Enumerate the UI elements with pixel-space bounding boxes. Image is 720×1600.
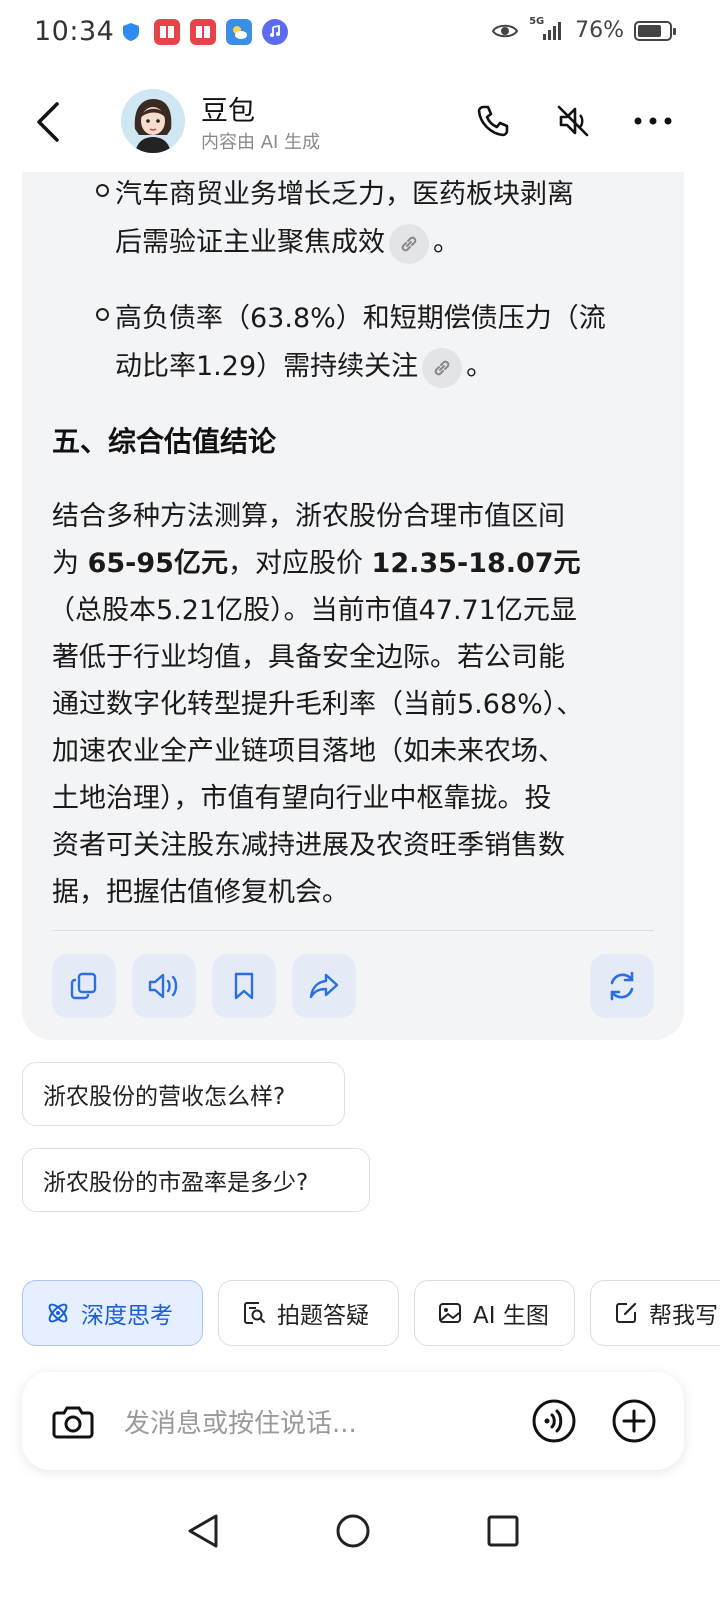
bookmark-button[interactable] (212, 954, 276, 1018)
book-app-icon (154, 19, 180, 45)
bullet-text: 汽车商贸业务增长乏力，医药板块剥离 (115, 179, 574, 210)
tool-photo-question[interactable]: 拍题答疑 (218, 1280, 399, 1346)
suggestion-chip[interactable]: 浙农股份的市盈率是多少? (22, 1148, 370, 1212)
status-time: 10:34 (34, 16, 115, 47)
bullet-marker (92, 180, 112, 200)
nav-back-button[interactable] (178, 1506, 228, 1556)
camera-button[interactable] (48, 1396, 98, 1446)
share-button[interactable] (292, 954, 356, 1018)
network-label: 5G (529, 15, 545, 27)
voice-call-button[interactable] (529, 1396, 579, 1446)
battery-percent: 76% (575, 18, 624, 43)
tool-deep-think[interactable]: 深度思考 (22, 1280, 203, 1346)
circle-home-icon (336, 1514, 370, 1548)
bullet-text-line: 动比率1.29）需持续关注 。 (115, 344, 493, 388)
paragraph-line: 加速农业全产业链项目落地（如未来农场、 (52, 736, 565, 767)
more-button[interactable] (630, 98, 676, 144)
bullet-text: 后需验证主业聚焦成效 (115, 227, 385, 258)
paragraph-line: （总股本5.21亿股）。当前市值47.71亿元显 (48, 595, 577, 626)
add-button[interactable] (609, 1396, 659, 1446)
bot-subtitle: 内容由 AI 生成 (201, 132, 321, 153)
signal-icon: 5G (529, 16, 565, 42)
bullet-text: 高负债率（63.8%）和短期偿债压力（流 (115, 303, 606, 334)
bullet-marker (92, 304, 112, 324)
price-range: 12.35-18.07元 (371, 548, 581, 579)
share-icon (309, 973, 339, 999)
tool-label: 帮我写 (649, 1303, 718, 1329)
back-icon (37, 102, 59, 142)
bot-name: 豆包 (201, 96, 255, 127)
triangle-back-icon (188, 1514, 218, 1548)
chat-header: 豆包 内容由 AI 生成 (0, 72, 720, 172)
book-app-icon (190, 19, 216, 45)
bullet-text-line: 后需验证主业聚焦成效 。 (115, 220, 460, 264)
regenerate-icon (610, 971, 634, 1001)
read-aloud-button[interactable] (132, 954, 196, 1018)
source-link-button[interactable] (389, 223, 429, 264)
valuation-range: 65-95亿元 (87, 548, 228, 579)
bullet-suffix: 。 (433, 227, 460, 258)
status-bar: 10:34 5G 76% (0, 0, 720, 70)
bullet-text: 动比率1.29）需持续关注 (115, 351, 419, 382)
paragraph-text: 为 (52, 548, 88, 579)
square-recents-icon (487, 1515, 519, 1547)
back-button[interactable] (26, 96, 70, 148)
mute-button[interactable] (550, 98, 596, 144)
suggestion-chip[interactable]: 浙农股份的营收怎么样? (22, 1062, 345, 1126)
nav-home-button[interactable] (328, 1506, 378, 1556)
camera-icon (52, 1406, 94, 1439)
paragraph-line: 据，把握估值修复机会。 (52, 877, 349, 908)
link-icon (434, 360, 450, 375)
write-icon (616, 1302, 637, 1323)
deep-think-icon (48, 1303, 68, 1323)
status-system-icons: 5G 76% (491, 16, 676, 43)
tool-label: 深度思考 (81, 1303, 173, 1329)
speaker-icon (148, 973, 178, 999)
ai-message-card: 汽车商贸业务增长乏力，医药板块剥离 后需验证主业聚焦成效。 高负债率（63.8%… (22, 150, 684, 1040)
paragraph-line: 著低于行业均值，具备安全边际。若公司能 (52, 642, 565, 673)
eye-icon (491, 24, 519, 37)
battery-icon (634, 20, 676, 41)
divider (52, 930, 654, 931)
image-gen-icon (439, 1303, 461, 1323)
status-notification-icons (118, 19, 288, 45)
section-title: 五、综合估值结论 (52, 425, 277, 458)
regenerate-button[interactable] (590, 954, 654, 1018)
more-icon (634, 117, 672, 125)
bullet-suffix: 。 (466, 351, 494, 382)
message-input[interactable]: 发消息或按住说话... (124, 1403, 357, 1440)
source-link-button[interactable] (422, 347, 463, 388)
weather-icon (226, 19, 252, 45)
copy-icon (70, 972, 97, 1000)
paragraph-line: 结合多种方法测算，浙农股份合理市值区间 (52, 501, 565, 532)
paragraph-text: ，对应股价 (227, 548, 372, 579)
shield-icon (118, 19, 144, 45)
phone-icon (477, 105, 509, 137)
message-input-bar: 发消息或按住说话... (22, 1372, 684, 1470)
mute-icon (557, 105, 589, 137)
avatar[interactable] (121, 89, 185, 153)
tool-image-gen[interactable]: AI 生图 (414, 1280, 575, 1346)
tool-write[interactable]: 帮我写 (590, 1280, 720, 1346)
voice-wave-icon (532, 1399, 576, 1443)
plus-icon (612, 1399, 656, 1443)
tool-label: AI 生图 (473, 1303, 549, 1329)
paragraph-line: 通过数字化转型提升毛利率（当前5.68%）、 (52, 689, 584, 720)
tool-label: 拍题答疑 (277, 1303, 369, 1329)
paragraph-line: 资者可关注股东减持进展及农资旺季销售数 (52, 830, 565, 861)
music-icon (262, 19, 288, 45)
paragraph-line: 为 65-95亿元，对应股价 12.35-18.07元 (52, 541, 581, 580)
copy-button[interactable] (52, 954, 116, 1018)
photo-question-icon (244, 1302, 265, 1324)
call-button[interactable] (470, 98, 516, 144)
bookmark-icon (234, 972, 254, 1000)
nav-recents-button[interactable] (478, 1506, 528, 1556)
link-icon (401, 236, 417, 251)
paragraph-line: 土地治理），市值有望向行业中枢靠拢。投 (52, 783, 552, 814)
